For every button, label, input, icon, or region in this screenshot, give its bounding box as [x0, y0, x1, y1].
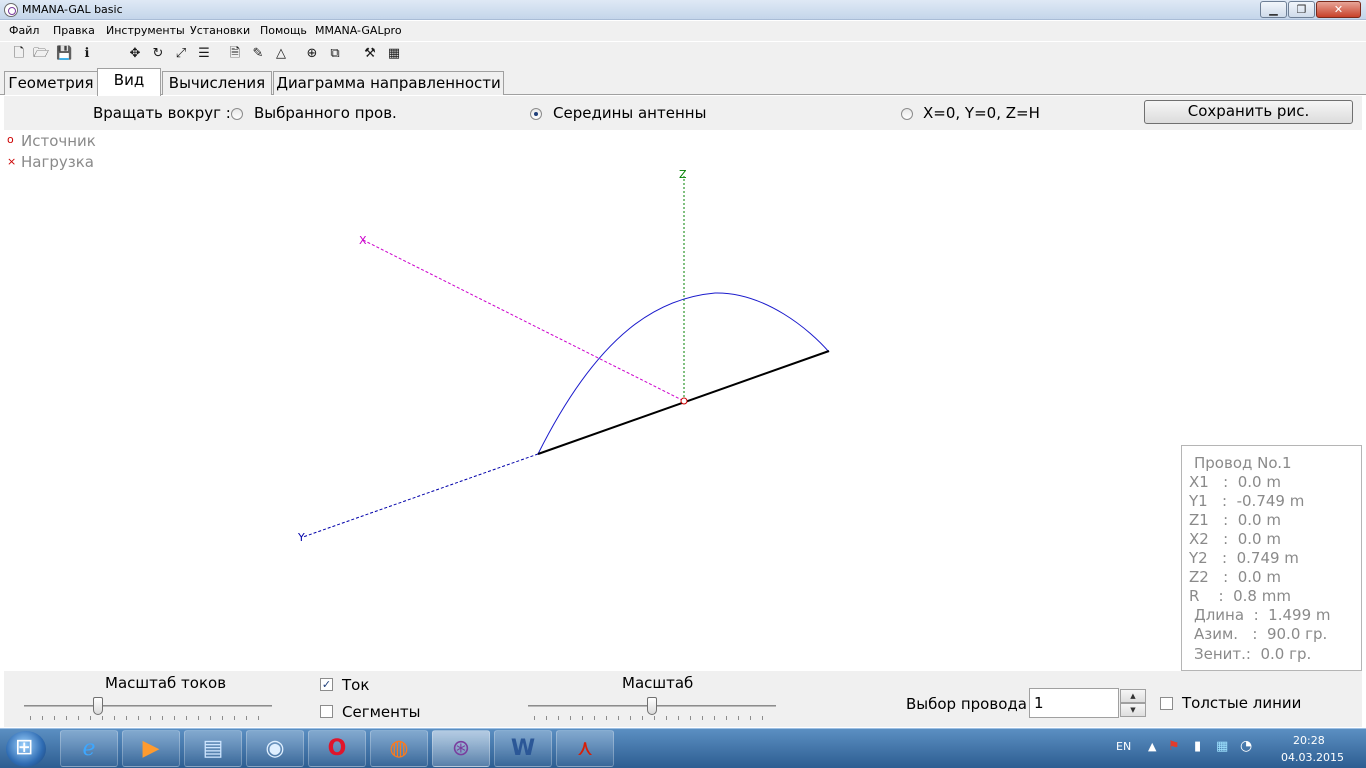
scale-slider-ticks [534, 716, 774, 720]
thick-lines-checkbox[interactable] [1160, 697, 1173, 710]
scale-slider-thumb[interactable] [647, 697, 657, 715]
volume-icon[interactable]: ◔ [1240, 738, 1252, 754]
media-icon[interactable]: ▶ [122, 730, 180, 767]
opera-icon[interactable]: O [308, 730, 366, 767]
current-scale-ticks [30, 716, 270, 720]
device-icon[interactable]: ▮ [1194, 739, 1201, 754]
wire-select-label: Выбор провода [906, 695, 1027, 713]
wire-info-x2: X2 : 0.0 m [1189, 530, 1281, 548]
files-icon[interactable]: ▤ [184, 730, 242, 767]
ie-icon[interactable]: ℯ [60, 730, 118, 767]
spin-up-button[interactable]: ▲ [1120, 689, 1146, 703]
y-axis-label: Y [297, 531, 305, 544]
z-axis-label: Z [679, 168, 687, 181]
current-scale-slider[interactable] [24, 705, 272, 707]
wire-info-title: Провод No.1 [1194, 454, 1292, 472]
wire-info-z1: Z1 : 0.0 m [1189, 511, 1281, 529]
source-marker [680, 397, 688, 405]
network-icon[interactable]: ◉ [246, 730, 304, 767]
clock-date[interactable]: 04.03.2015 [1281, 751, 1344, 764]
current-checkbox-label[interactable]: Ток [342, 676, 369, 694]
y-axis-line [302, 453, 539, 538]
x-axis-label: X [359, 234, 367, 247]
wire-select-input[interactable] [1029, 688, 1119, 718]
wire-info-z2: Z2 : 0.0 m [1189, 568, 1281, 586]
current-scale-slider-thumb[interactable] [93, 697, 104, 715]
wire-info-radius: R : 0.8 mm [1189, 587, 1291, 605]
mmana-icon[interactable]: ⊛ [432, 730, 490, 767]
x-axis-line [362, 239, 685, 402]
current-checkbox[interactable]: ✓ [320, 678, 333, 691]
clock-time[interactable]: 20:28 [1293, 734, 1325, 747]
antenna-3d-view: X Y Z [297, 168, 830, 544]
wire-info-length: Длина : 1.499 m [1194, 606, 1331, 624]
wire-info-y1: Y1 : -0.749 m [1189, 492, 1305, 510]
tab-view[interactable]: Вид [97, 68, 161, 96]
wire-info-y2: Y2 : 0.749 m [1189, 549, 1299, 567]
segments-checkbox-label[interactable]: Сегменты [342, 703, 421, 721]
wire-info-zenith: Зенит.: 0.0 гр. [1194, 645, 1312, 663]
current-scale-label: Масштаб токов [105, 674, 227, 692]
flag-icon[interactable]: ⚑ [1168, 739, 1180, 754]
language-indicator[interactable]: EN [1116, 740, 1131, 753]
thick-lines-label[interactable]: Толстые линии [1182, 694, 1301, 712]
scale-label: Масштаб [622, 674, 694, 692]
wire-info-azimuth: Азим. : 90.0 гр. [1194, 625, 1328, 643]
tray-expand-icon[interactable]: ▲ [1148, 740, 1156, 753]
current-distribution-curve [537, 292, 830, 455]
word-icon[interactable]: W [494, 730, 552, 767]
spin-down-button[interactable]: ▼ [1120, 703, 1146, 717]
wire-info-x1: X1 : 0.0 m [1189, 473, 1281, 491]
start-button[interactable] [6, 731, 46, 767]
pdf-icon[interactable]: ⋏ [556, 730, 614, 767]
firefox-icon[interactable]: ◍ [370, 730, 428, 767]
network-tray-icon[interactable]: ▦ [1216, 739, 1228, 754]
segments-checkbox[interactable] [320, 705, 333, 718]
